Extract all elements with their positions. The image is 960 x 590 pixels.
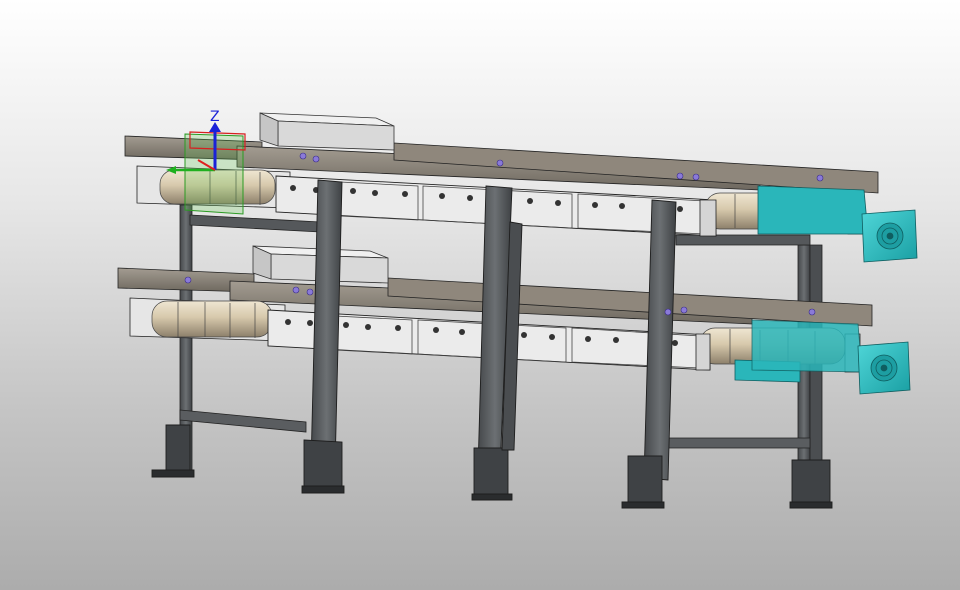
lower-motor <box>734 319 911 395</box>
cad-3d-viewport[interactable]: Z <box>0 0 960 590</box>
motor-icon <box>757 185 918 263</box>
axis-z-label: Z <box>210 109 220 125</box>
conveyor-assembly-model[interactable]: Z <box>0 0 960 590</box>
upper-bin <box>259 112 395 151</box>
lower-rollers-left <box>151 300 273 338</box>
